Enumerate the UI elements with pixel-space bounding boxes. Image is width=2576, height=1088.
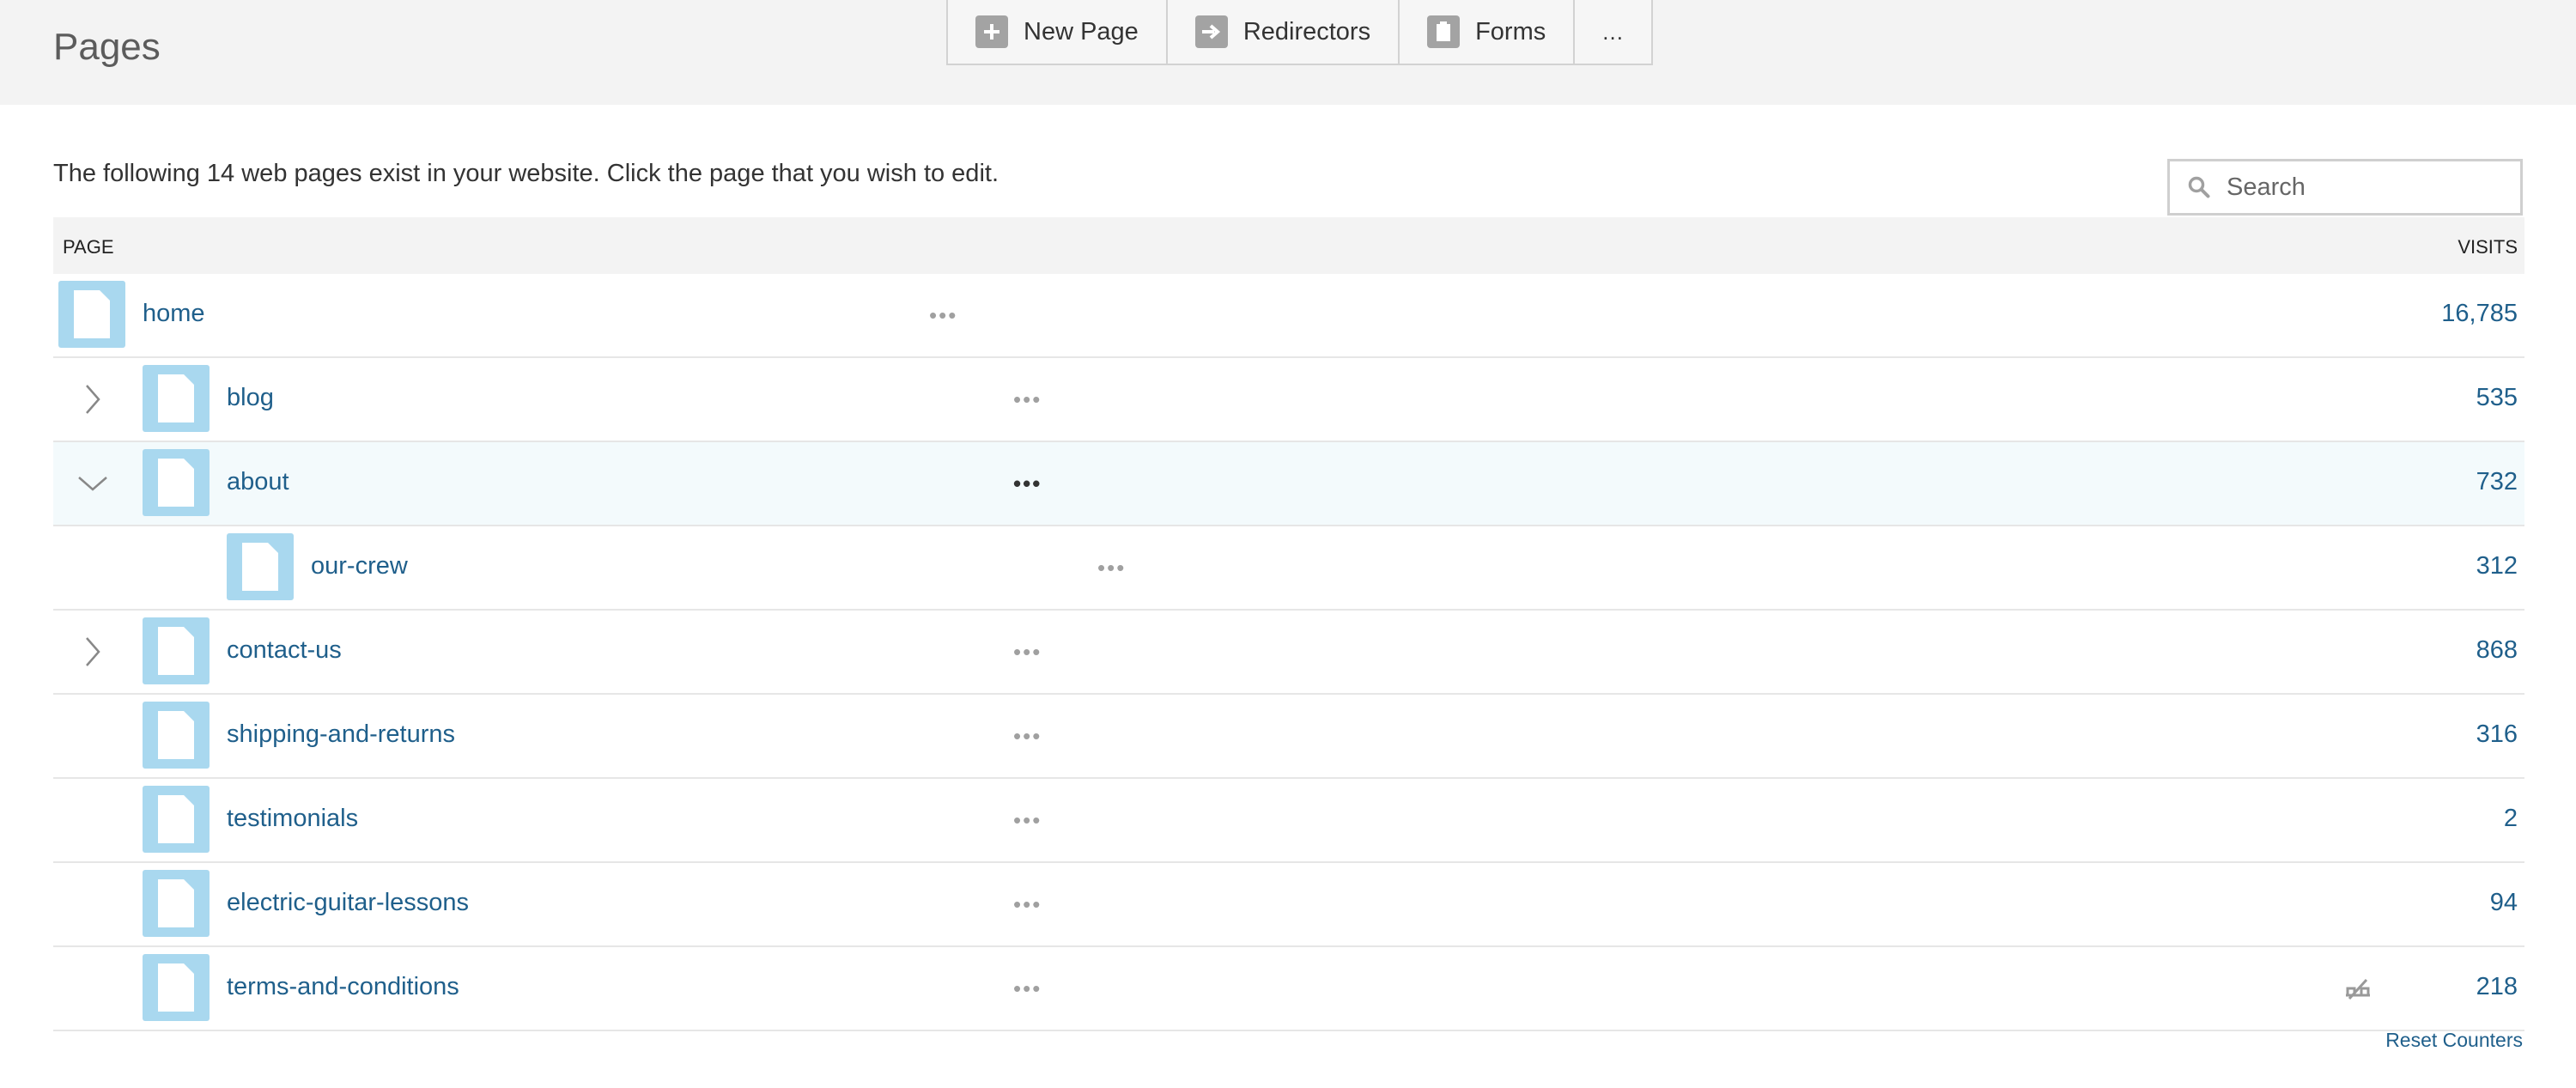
visits-count: 94 [2489,889,2518,916]
page-icon [143,449,210,516]
more-options-icon[interactable]: ••• [1013,720,1042,751]
table-row[interactable]: blog ••• 535 [53,358,2524,442]
toolbar: New Page Redirectors Forms ... [946,0,1653,65]
table-row[interactable]: contact-us ••• 868 [53,611,2524,695]
page-header: Pages New Page Redirectors Forms ... [0,0,2576,105]
page-icon [143,786,210,853]
more-options-icon[interactable]: ••• [1013,384,1042,415]
page-icon [143,365,210,432]
table-row[interactable]: our-crew ••• 312 [53,526,2524,611]
table-row[interactable]: shipping-and-returns ••• 316 [53,695,2524,779]
more-options-icon[interactable]: ••• [1013,889,1042,920]
table-row[interactable]: about ••• 732 [53,442,2524,526]
page-name-link[interactable]: contact-us [227,636,342,665]
search-box[interactable] [2167,159,2523,216]
plus-icon [975,15,1008,48]
clipboard-icon [1427,15,1461,48]
search-icon [2188,176,2210,198]
table-row[interactable]: electric-guitar-lessons ••• 94 [53,863,2524,947]
table-row[interactable]: home ••• 16,785 [53,274,2524,358]
column-header-page: PAGE [63,236,114,258]
page-icon [143,870,210,937]
arrow-right-icon [1194,15,1228,48]
page-icon [143,954,210,1021]
page-icon [143,617,210,684]
more-options-icon[interactable]: ••• [1013,636,1042,667]
redirectors-button[interactable]: Redirectors [1168,0,1400,64]
page-icon [227,533,294,600]
pages-table: PAGE VISITS home ••• 16,785 blog ••• 535 about… [53,217,2524,1031]
chevron-right-icon[interactable] [76,382,110,416]
more-button[interactable]: ... [1575,0,1651,64]
visits-count: 16,785 [2441,300,2518,327]
search-input[interactable] [2225,172,2503,203]
more-options-icon[interactable]: ••• [1013,805,1042,836]
forms-button[interactable]: Forms [1400,0,1576,64]
new-page-label: New Page [1024,17,1139,46]
page-icon [58,281,125,348]
table-row[interactable]: testimonials ••• 2 [53,779,2524,863]
intro-text: The following 14 web pages exist in your… [53,160,999,187]
hidden-from-navigation-icon [2346,978,2370,1000]
visits-count: 732 [2476,468,2518,495]
page-name-link[interactable]: shipping-and-returns [227,720,455,749]
more-options-icon[interactable]: ••• [1013,973,1042,1004]
page-name-link[interactable]: electric-guitar-lessons [227,889,469,917]
page-name-link[interactable]: testimonials [227,805,358,833]
table-body: home ••• 16,785 blog ••• 535 about ••• 732 our-cr… [53,274,2524,1031]
page-name-link[interactable]: home [143,300,205,328]
table-header: PAGE VISITS [53,217,2524,274]
page-name-link[interactable]: our-crew [311,552,408,580]
visits-count: 316 [2476,720,2518,748]
page-name-link[interactable]: terms-and-conditions [227,973,459,1001]
new-page-button[interactable]: New Page [948,0,1168,64]
more-options-icon[interactable]: ••• [929,300,957,331]
more-options-icon[interactable]: ••• [1013,468,1042,499]
forms-label: Forms [1475,17,1546,46]
column-header-visits: VISITS [2458,236,2518,258]
page-icon [143,702,210,769]
page-name-link[interactable]: blog [227,384,274,412]
chevron-down-icon[interactable] [76,466,110,501]
chevron-right-icon[interactable] [76,635,110,669]
reset-counters-link[interactable]: Reset Counters [2385,1029,2523,1052]
table-row[interactable]: terms-and-conditions ••• 218 [53,947,2524,1031]
visits-count: 868 [2476,636,2518,664]
page-title: Pages [53,26,161,68]
visits-count: 312 [2476,552,2518,580]
page-name-link[interactable]: about [227,468,289,496]
more-options-icon[interactable]: ••• [1097,552,1126,583]
visits-count: 2 [2503,805,2518,832]
redirectors-label: Redirectors [1242,17,1371,46]
visits-count: 535 [2476,384,2518,411]
visits-count: 218 [2476,973,2518,1000]
